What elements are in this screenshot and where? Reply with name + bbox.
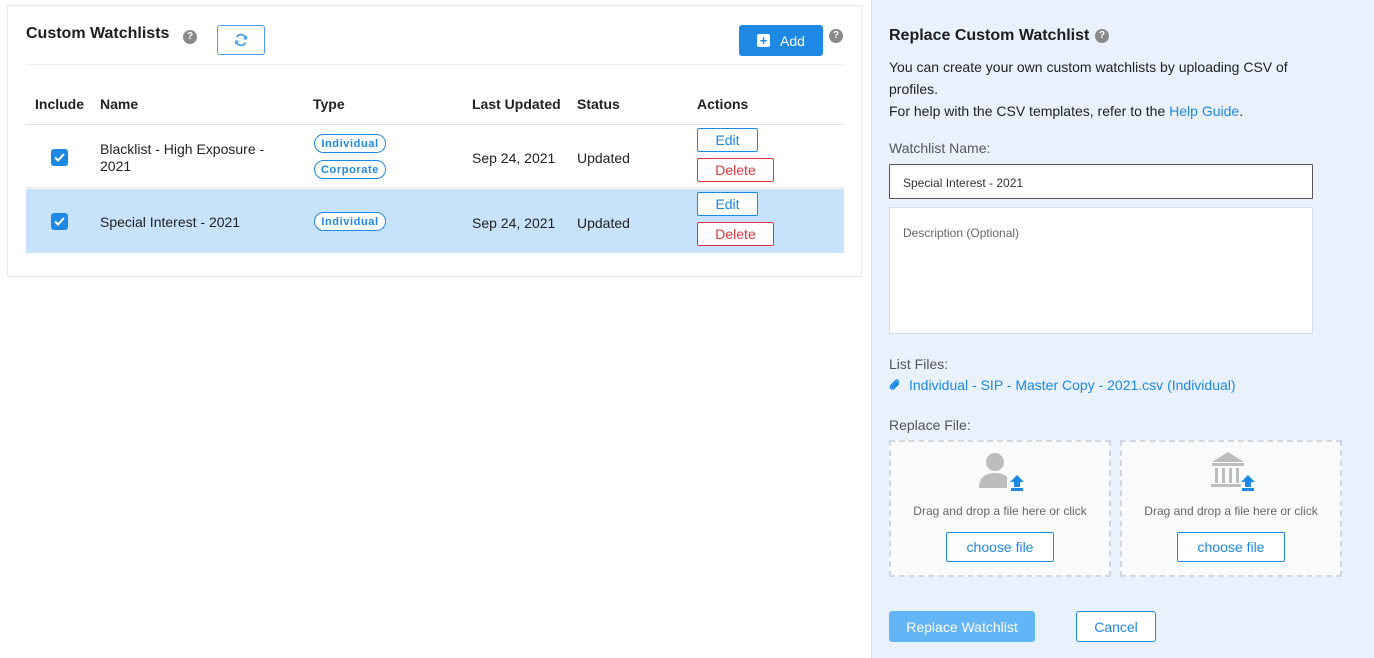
help-icon[interactable]: ? [183, 30, 197, 44]
choose-file-button[interactable]: choose file [946, 532, 1054, 562]
help-text-prefix: For help with the CSV templates, refer t… [889, 103, 1170, 119]
column-header-name: Name [100, 96, 139, 112]
refresh-button[interactable] [217, 25, 265, 55]
watchlist-name: Blacklist - High Exposure - 2021 [100, 141, 265, 174]
check-icon [54, 153, 65, 162]
delete-button[interactable]: Delete [697, 222, 774, 246]
replace-file-label: Replace File: [889, 417, 971, 433]
refresh-icon [235, 33, 247, 47]
intro-text-line1: You can create your own custom watchlist… [889, 59, 1288, 75]
table-row[interactable]: Blacklist - High Exposure - 2021 Individ… [26, 125, 844, 188]
help-text-suffix: . [1239, 103, 1244, 119]
help-guide-link[interactable]: Help Guide [1169, 103, 1239, 119]
table-row[interactable]: Special Interest - 2021 Individual Sep 2… [26, 189, 844, 253]
dropzone-text: Drag and drop a file here or click [913, 504, 1087, 518]
description-textarea[interactable]: Description (Optional) [889, 207, 1313, 334]
choose-file-button[interactable]: choose file [1177, 532, 1285, 562]
file-name: Individual - SIP - Master Copy - 2021.cs… [909, 377, 1236, 393]
panel-title: Replace Custom Watchlist [889, 27, 1090, 44]
panel-title: Custom Watchlists [26, 25, 170, 42]
corporate-file-dropzone[interactable]: Drag and drop a file here or click choos… [1120, 440, 1342, 577]
dropzone-text: Drag and drop a file here or click [1144, 504, 1318, 518]
edit-button[interactable]: Edit [697, 192, 758, 216]
add-watchlist-button[interactable]: + Add [739, 25, 823, 56]
watchlist-name-input[interactable]: Special Interest - 2021 [889, 164, 1313, 199]
last-updated: Sep 24, 2021 [472, 215, 556, 231]
status-text: Updated [577, 150, 630, 166]
individual-file-dropzone[interactable]: Drag and drop a file here or click choos… [889, 440, 1111, 577]
building-upload-icon [1211, 452, 1255, 491]
add-help-icon[interactable]: ? [829, 29, 843, 43]
last-updated: Sep 24, 2021 [472, 150, 556, 166]
edit-button[interactable]: Edit [697, 128, 758, 152]
check-icon [54, 217, 65, 226]
watchlist-name: Special Interest - 2021 [100, 214, 241, 230]
include-checkbox[interactable] [51, 213, 68, 230]
watchlist-name-label: Watchlist Name: [889, 140, 991, 156]
include-checkbox[interactable] [51, 149, 68, 166]
column-header-last-updated: Last Updated [472, 96, 561, 112]
status-text: Updated [577, 215, 630, 231]
cancel-button[interactable]: Cancel [1076, 611, 1156, 642]
intro-text-line2: profiles. [889, 81, 939, 97]
column-header-actions: Actions [697, 96, 749, 112]
column-header-type: Type [313, 96, 345, 112]
list-files-label: List Files: [889, 356, 949, 372]
plus-square-icon: + [757, 34, 771, 47]
divider [26, 64, 844, 65]
replace-watchlist-button[interactable]: Replace Watchlist [889, 611, 1035, 642]
column-header-include: Include [35, 96, 85, 112]
type-badge-corporate: Corporate [314, 160, 386, 179]
add-label: Add [780, 32, 805, 49]
type-badge-individual: Individual [314, 212, 386, 231]
delete-button[interactable]: Delete [697, 158, 774, 182]
type-badge-individual: Individual [314, 134, 386, 153]
paperclip-icon [889, 379, 900, 390]
help-text: For help with the CSV templates, refer t… [889, 101, 1243, 121]
person-upload-icon [979, 453, 1024, 491]
help-icon[interactable]: ? [1095, 29, 1109, 43]
custom-watchlists-panel: Custom Watchlists ? + Add ? Include Name… [7, 5, 862, 277]
file-link[interactable]: Individual - SIP - Master Copy - 2021.cs… [889, 377, 1236, 393]
replace-watchlist-panel: Replace Custom Watchlist ? You can creat… [871, 0, 1374, 658]
column-header-status: Status [577, 96, 620, 112]
